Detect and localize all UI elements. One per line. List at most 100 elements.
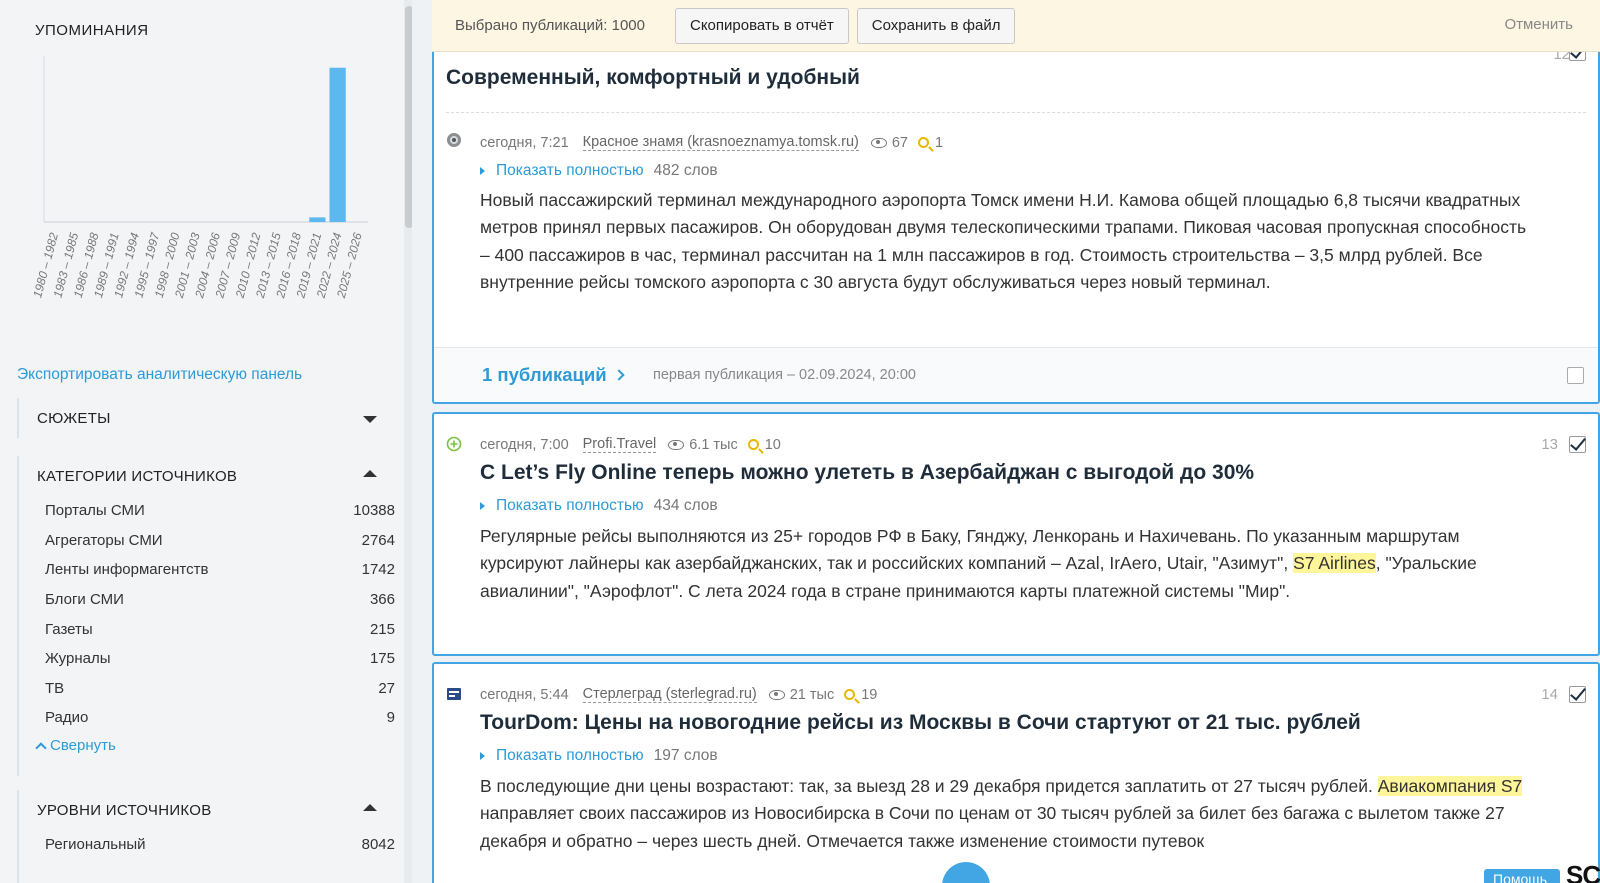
categories-list: Порталы СМИ 10388 Агрегаторы СМИ 2764 Ленты … [19, 496, 397, 733]
chart-bar[interactable] [329, 67, 346, 222]
group-checkbox[interactable] [1567, 367, 1584, 384]
category-count: 27 [378, 679, 395, 697]
views-count: 6.1 тыс [689, 436, 738, 453]
category-count: 1742 [361, 561, 395, 579]
collapse-icon [363, 804, 377, 811]
card-text: Новый пассажирский терминал международно… [480, 190, 1527, 292]
source-logo-icon [446, 436, 462, 452]
hits: 19 [844, 687, 877, 703]
hits-count: 10 [764, 436, 781, 453]
categories-header[interactable]: КАТЕГОРИИ ИСТОЧНИКОВ [19, 456, 397, 496]
levels-header[interactable]: УРОВНИ ИСТОЧНИКОВ [19, 790, 397, 830]
card-checkbox[interactable] [1569, 436, 1586, 453]
card-number: 13 [1541, 436, 1558, 453]
category-count: 2764 [361, 531, 395, 549]
expand-icon [363, 416, 377, 423]
mentions-chart: 1980 – 19821983 – 19851986 – 19881989 – … [30, 56, 368, 300]
show-full-toggle[interactable]: Показать полностью 434 слов [480, 497, 718, 515]
highlighted-mention: S7 Airlines [1293, 553, 1376, 574]
hits: 10 [747, 436, 781, 453]
chevron-right-icon [612, 369, 625, 381]
eye-icon [768, 689, 785, 700]
help-button[interactable]: Помощь [1484, 869, 1560, 883]
save-to-file-button[interactable]: Сохранить в файл [856, 7, 1016, 44]
card-text: В последующие дни цены возрастают: так, … [480, 773, 1540, 855]
selection-bar: Выбрано публикаций: 1000 Скопировать в о… [432, 0, 1600, 52]
collapse-categories-link[interactable]: Свернуть [19, 733, 397, 759]
word-count: 434 слов [653, 497, 718, 514]
source-link[interactable]: Profi.Travel [582, 436, 657, 453]
show-full-label: Показать полностью [496, 497, 644, 514]
card-checkbox[interactable] [1569, 686, 1586, 703]
category-row[interactable]: ТВ 27 [19, 674, 397, 704]
card-meta: сегодня, 5:44 Стерлеград (sterlegrad.ru)… [480, 686, 877, 703]
card-footer: 1 публикаций первая публикация – 02.09.2… [434, 347, 1598, 402]
category-label: ТВ [45, 679, 65, 697]
category-label: Агрегаторы СМИ [45, 531, 163, 549]
publications-link[interactable]: 1 публикаций [482, 364, 625, 386]
show-full-label: Показать полностью [496, 162, 644, 179]
show-full-toggle[interactable]: Показать полностью 482 слов [480, 162, 718, 180]
views: 67 [870, 134, 908, 151]
levels-section: УРОВНИ ИСТОЧНИКОВ Региональный 8042 [17, 790, 397, 883]
category-count: 175 [369, 650, 395, 668]
source-logo-icon [447, 688, 461, 700]
collapse-icon [363, 470, 377, 477]
level-label: Региональный [45, 836, 146, 854]
category-row[interactable]: Журналы 175 [19, 644, 397, 674]
views-count: 67 [891, 134, 908, 151]
show-full-toggle[interactable]: Показать полностью 197 слов [480, 747, 718, 765]
publish-time: сегодня, 5:44 [480, 686, 569, 703]
category-count: 9 [386, 709, 395, 727]
left-scrollbar-thumb[interactable] [405, 6, 412, 228]
category-row[interactable]: Радио 9 [19, 703, 397, 733]
category-row[interactable]: Газеты 215 [19, 614, 397, 644]
plots-header[interactable]: СЮЖЕТЫ [19, 398, 397, 438]
category-label: Блоги СМИ [45, 591, 124, 609]
hits: 1 [917, 134, 944, 151]
card-checkbox[interactable] [1569, 52, 1586, 61]
hits-count: 1 [934, 134, 944, 151]
category-row[interactable]: Порталы СМИ 10388 [19, 496, 397, 526]
selected-count: Выбрано публикаций: 1000 [455, 17, 645, 34]
chart-bar[interactable] [309, 217, 326, 222]
triangle-right-icon [480, 167, 485, 175]
mentions-title: УПОМИНАНИЯ [35, 22, 149, 39]
collapse-label: Свернуть [50, 737, 116, 755]
category-label: Журналы [45, 650, 111, 668]
publications-count: 1 публикаций [482, 364, 607, 385]
publish-time: сегодня, 7:00 [480, 436, 569, 453]
copy-to-report-button[interactable]: Скопировать в отчёт [674, 7, 849, 44]
category-row[interactable]: Ленты информагентств 1742 [19, 555, 397, 585]
card-title[interactable]: Современный, комфортный и удобный [446, 66, 860, 90]
category-label: Радио [45, 709, 89, 727]
source-link[interactable]: Стерлеград (sterlegrad.ru) [582, 686, 757, 703]
export-analytics-link[interactable]: Экспортировать аналитическую панель [17, 366, 302, 384]
cancel-button[interactable]: Отменить [1504, 16, 1573, 33]
search-icon [747, 439, 759, 450]
hits-count: 19 [861, 686, 878, 703]
source-link[interactable]: Красное знамя (krasnoeznamya.tomsk.ru) [582, 134, 859, 151]
categories-title: КАТЕГОРИИ ИСТОЧНИКОВ [37, 467, 238, 485]
chevron-up-icon [35, 742, 47, 754]
category-row[interactable]: Блоги СМИ 366 [19, 585, 397, 615]
levels-title: УРОВНИ ИСТОЧНИКОВ [37, 801, 212, 819]
card-title[interactable]: С Let’s Fly Online теперь можно улететь … [480, 461, 1254, 485]
card-number: 14 [1541, 686, 1558, 703]
triangle-right-icon [480, 752, 485, 760]
views: 6.1 тыс [668, 437, 738, 453]
level-row[interactable]: Региональный 8042 [19, 830, 397, 860]
card-meta: сегодня, 7:00 Profi.Travel 6.1 тыс 10 [480, 436, 781, 453]
word-count: 482 слов [653, 162, 718, 179]
show-full-label: Показать полностью [496, 747, 644, 764]
card-title[interactable]: TourDom: Цены на новогодние рейсы из Мос… [480, 711, 1361, 735]
analytics-panel: УПОМИНАНИЯ 1980 – 1982 1983 – 1985 1986 – … [0, 0, 412, 883]
card-number: 12 [1553, 52, 1570, 63]
plots-section: СЮЖЕТЫ [17, 398, 397, 438]
views-count: 21 тыс [789, 686, 835, 703]
category-label: Ленты информагентств [45, 561, 209, 579]
category-count: 10388 [353, 502, 395, 520]
category-count: 366 [369, 591, 395, 609]
category-row[interactable]: Агрегаторы СМИ 2764 [19, 526, 397, 556]
level-count: 8042 [361, 836, 395, 854]
